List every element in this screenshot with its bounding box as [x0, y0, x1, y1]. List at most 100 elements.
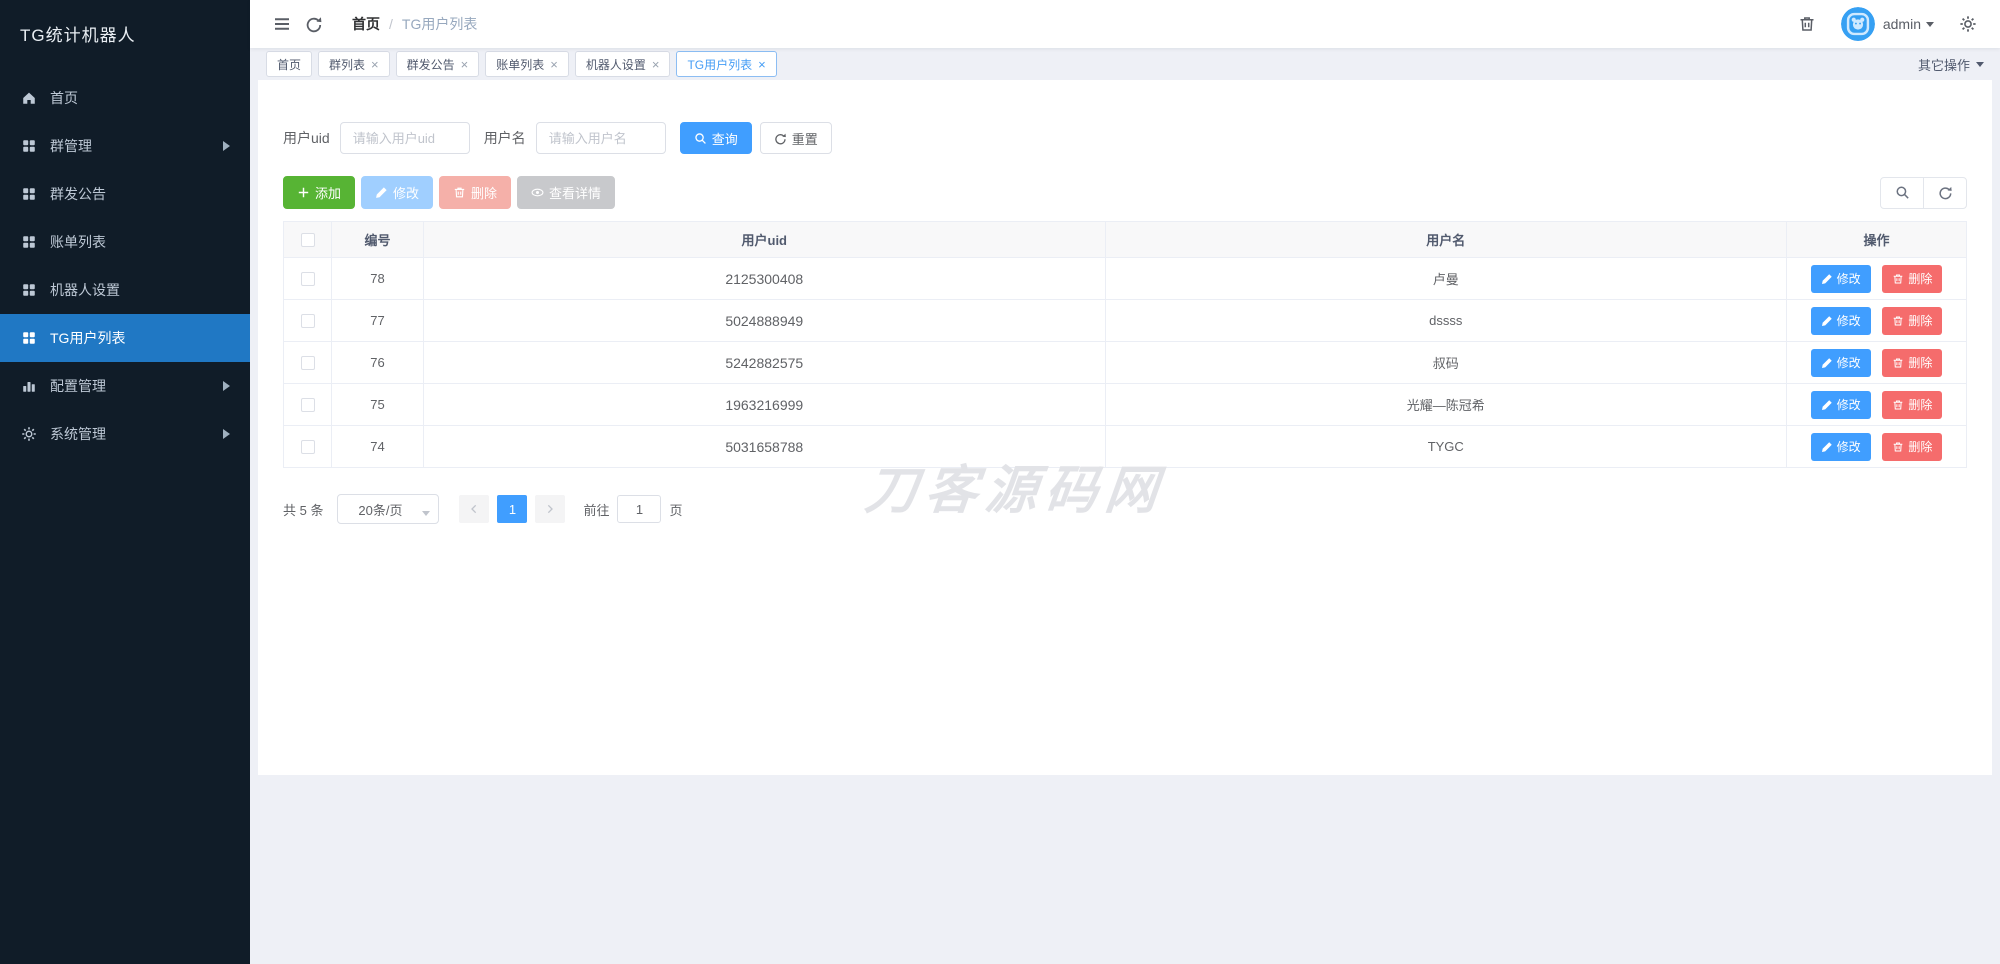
select-all-checkbox[interactable]	[301, 233, 315, 247]
pagination-total: 共 5 条	[283, 500, 323, 519]
row-checkbox[interactable]	[301, 440, 315, 454]
tabs-more-label: 其它操作	[1918, 55, 1970, 74]
row-delete-button[interactable]: 删除	[1882, 349, 1942, 377]
sidebar-item-bill-list[interactable]: 账单列表	[0, 218, 250, 266]
sidebar-item-robot-settings[interactable]: 机器人设置	[0, 266, 250, 314]
hamburger-icon[interactable]	[266, 8, 298, 40]
user-menu[interactable]: admin	[1841, 7, 1934, 41]
avatar	[1841, 7, 1875, 41]
sidebar-item-config-manage[interactable]: 配置管理	[0, 362, 250, 410]
row-delete-button[interactable]: 删除	[1882, 391, 1942, 419]
table-toolbar: 添加 修改 删除 查看详情	[283, 176, 1967, 209]
pen-icon	[1821, 273, 1833, 285]
search-icon	[694, 132, 707, 145]
row-delete-label: 删除	[1908, 312, 1932, 329]
app-root: TG统计机器人 首页 群管理 群发公告 账单列表 机器人设置	[0, 0, 2000, 964]
tab-bill-list[interactable]: 账单列表 ×	[485, 51, 569, 77]
sidebar-item-system-manage[interactable]: 系统管理	[0, 410, 250, 458]
caret-right-icon	[223, 381, 230, 391]
row-checkbox[interactable]	[301, 314, 315, 328]
uid-input[interactable]	[340, 122, 470, 154]
page-number-1[interactable]: 1	[497, 495, 527, 523]
cell-id: 75	[332, 384, 424, 426]
chevron-down-icon	[1976, 62, 1984, 71]
close-icon[interactable]: ×	[758, 58, 766, 71]
prev-page-button[interactable]	[459, 495, 489, 523]
edit-button[interactable]: 修改	[361, 176, 433, 209]
table-search-button[interactable]	[1880, 177, 1924, 209]
tab-label: 首页	[277, 56, 301, 73]
gear-icon[interactable]	[1952, 8, 1984, 40]
cell-name: 卢曼	[1105, 258, 1787, 300]
reset-button[interactable]: 重置	[760, 122, 832, 154]
sidebar-item-tg-user-list[interactable]: TG用户列表	[0, 314, 250, 362]
breadcrumb-home[interactable]: 首页	[352, 14, 380, 34]
trash-icon	[453, 186, 466, 199]
pager: 1	[455, 495, 569, 523]
tab-broadcast[interactable]: 群发公告 ×	[396, 51, 480, 77]
cell-id: 74	[332, 426, 424, 468]
caret-right-icon	[223, 429, 230, 439]
tab-tg-user-list[interactable]: TG用户列表 ×	[676, 51, 776, 77]
row-edit-button[interactable]: 修改	[1811, 433, 1871, 461]
goto-page-input[interactable]	[617, 495, 661, 523]
top-navbar: 首页 / TG用户列表	[250, 0, 2000, 48]
row-edit-label: 修改	[1837, 354, 1861, 371]
cell-name: 叔码	[1105, 342, 1787, 384]
username-text: admin	[1883, 16, 1921, 32]
page-size-select[interactable]: 20条/页	[337, 494, 439, 524]
cell-uid: 5024888949	[424, 300, 1106, 342]
row-delete-button[interactable]: 删除	[1882, 307, 1942, 335]
row-edit-button[interactable]: 修改	[1811, 265, 1871, 293]
row-edit-button[interactable]: 修改	[1811, 307, 1871, 335]
close-icon[interactable]: ×	[550, 58, 558, 71]
close-icon[interactable]: ×	[371, 58, 379, 71]
breadcrumb-current: TG用户列表	[402, 14, 477, 34]
view-detail-button-label: 查看详情	[549, 183, 601, 202]
row-delete-button[interactable]: 删除	[1882, 433, 1942, 461]
close-icon[interactable]: ×	[461, 58, 469, 71]
next-page-button[interactable]	[535, 495, 565, 523]
pagination: 共 5 条 20条/页 1 前往 页	[283, 494, 1967, 524]
row-edit-button[interactable]: 修改	[1811, 349, 1871, 377]
trash-icon[interactable]	[1791, 8, 1823, 40]
sidebar-item-label: 群管理	[50, 136, 92, 156]
sidebar-item-home[interactable]: 首页	[0, 74, 250, 122]
row-checkbox[interactable]	[301, 398, 315, 412]
header-name: 用户名	[1105, 222, 1787, 258]
caret-right-icon	[223, 141, 230, 151]
add-button[interactable]: 添加	[283, 176, 355, 209]
row-edit-button[interactable]: 修改	[1811, 391, 1871, 419]
user-table: 编号 用户uid 用户名 操作 78 2125300408 卢曼 修改	[283, 221, 1967, 468]
tab-robot-settings[interactable]: 机器人设置 ×	[575, 51, 671, 77]
grid-icon	[20, 329, 38, 347]
row-delete-label: 删除	[1908, 396, 1932, 413]
refresh-icon[interactable]	[298, 8, 330, 40]
row-delete-button[interactable]: 删除	[1882, 265, 1942, 293]
view-detail-button[interactable]: 查看详情	[517, 176, 615, 209]
row-checkbox[interactable]	[301, 272, 315, 286]
trash-icon	[1892, 315, 1904, 327]
delete-button[interactable]: 删除	[439, 176, 511, 209]
table-refresh-button[interactable]	[1923, 177, 1967, 209]
row-checkbox[interactable]	[301, 356, 315, 370]
cell-name: dssss	[1105, 300, 1787, 342]
tab-home[interactable]: 首页	[266, 51, 312, 77]
tabs-more-dropdown[interactable]: 其它操作	[1918, 55, 1984, 74]
tab-group-list[interactable]: 群列表 ×	[318, 51, 390, 77]
header-uid: 用户uid	[424, 222, 1106, 258]
cell-id: 78	[332, 258, 424, 300]
pagination-goto: 前往 页	[583, 495, 682, 523]
table-row: 77 5024888949 dssss 修改 删除	[284, 300, 1967, 342]
query-button[interactable]: 查询	[680, 122, 752, 154]
trash-icon	[1892, 441, 1904, 453]
sidebar-item-broadcast[interactable]: 群发公告	[0, 170, 250, 218]
row-edit-label: 修改	[1837, 312, 1861, 329]
cell-id: 77	[332, 300, 424, 342]
close-icon[interactable]: ×	[652, 58, 660, 71]
table-row: 78 2125300408 卢曼 修改 删除	[284, 258, 1967, 300]
username-label: admin	[1883, 16, 1934, 32]
gear-icon	[20, 425, 38, 443]
sidebar-item-group-manage[interactable]: 群管理	[0, 122, 250, 170]
name-input[interactable]	[536, 122, 666, 154]
